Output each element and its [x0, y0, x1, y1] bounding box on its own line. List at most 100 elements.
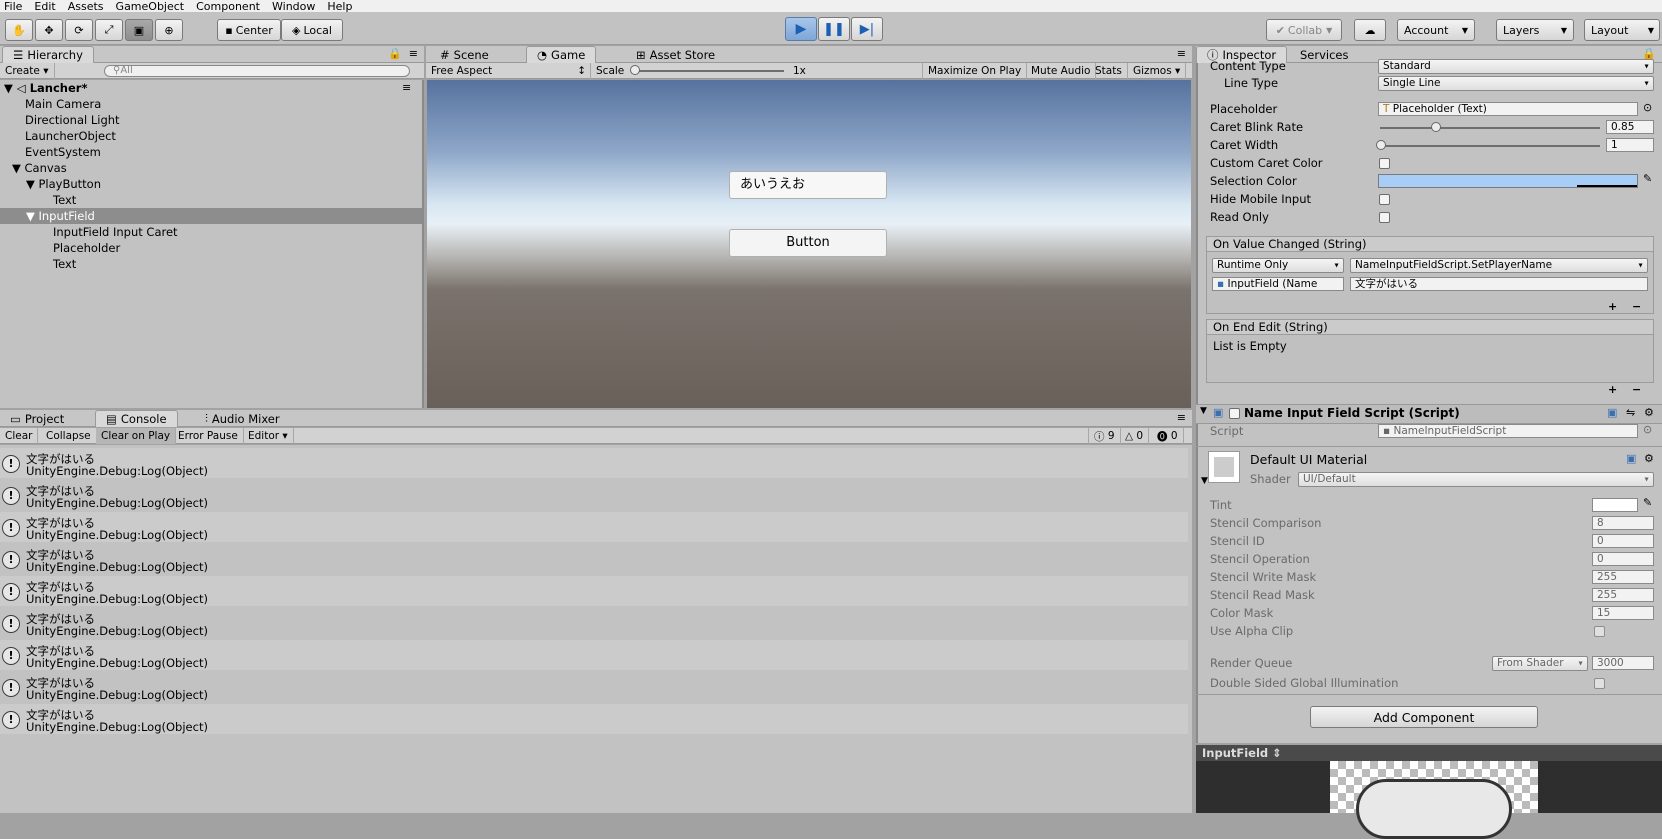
- panel-menu-icon[interactable]: ≡: [1177, 47, 1186, 60]
- console-log-entry[interactable]: ! 文字がはいる UnityEngine.Debug:Log(Object): [0, 608, 1188, 638]
- scene-root[interactable]: ▼ ◁ Lancher*: [4, 81, 87, 96]
- caret-blink-input[interactable]: 0.85: [1606, 120, 1654, 134]
- tab-console[interactable]: ▤ Console: [95, 410, 178, 427]
- event-object-field[interactable]: ▪ InputField (Name: [1212, 277, 1344, 291]
- console-log-entry[interactable]: ! 文字がはいる UnityEngine.Debug:Log(Object): [0, 576, 1188, 606]
- transform-icon[interactable]: ⊕: [155, 19, 183, 41]
- error-count[interactable]: ⓿ 0: [1152, 428, 1184, 444]
- hierarchy-item-directional-light[interactable]: Directional Light: [25, 113, 120, 128]
- caret-width-input[interactable]: 1: [1606, 138, 1654, 152]
- add-component-button[interactable]: Add Component: [1310, 706, 1538, 728]
- selection-color-swatch[interactable]: [1378, 174, 1638, 188]
- play-button[interactable]: ▶: [785, 17, 817, 41]
- local-button[interactable]: ◈ Local: [281, 19, 343, 41]
- cloud-button[interactable]: ☁: [1354, 19, 1386, 41]
- script-enabled-checkbox[interactable]: [1229, 408, 1240, 419]
- preset-icon[interactable]: ⇋: [1626, 406, 1635, 419]
- foldout-arrow-icon[interactable]: ▼: [1201, 476, 1208, 486]
- line-type-dropdown[interactable]: Single Line: [1378, 76, 1654, 91]
- console-log-entry[interactable]: ! 文字がはいる UnityEngine.Debug:Log(Object): [0, 704, 1188, 734]
- shader-dropdown[interactable]: UI/Default: [1298, 472, 1654, 487]
- material-prop-input[interactable]: 8: [1592, 516, 1654, 530]
- panel-menu-icon[interactable]: ≡: [409, 47, 418, 60]
- tint-swatch[interactable]: [1592, 498, 1638, 512]
- console-log-entry[interactable]: ! 文字がはいる UnityEngine.Debug:Log(Object): [0, 448, 1188, 478]
- hierarchy-item-launcher-object[interactable]: LauncherObject: [25, 129, 116, 144]
- remove-listener-icon[interactable]: −: [1632, 300, 1641, 313]
- menu-assets[interactable]: Assets: [64, 1, 112, 12]
- method-dropdown[interactable]: NameInputFieldScript.SetPlayerName: [1350, 258, 1648, 273]
- gear-icon[interactable]: ⚙: [1644, 406, 1654, 419]
- menu-edit[interactable]: Edit: [30, 1, 63, 12]
- pause-button[interactable]: ❚❚: [818, 17, 850, 41]
- tab-project[interactable]: ▭ Project: [0, 410, 74, 427]
- create-dropdown[interactable]: Create ▾: [0, 63, 55, 79]
- clear-on-play-button[interactable]: Clear on Play: [96, 428, 177, 444]
- tab-scene[interactable]: # Scene: [430, 46, 499, 63]
- dsgi-checkbox[interactable]: [1594, 678, 1605, 689]
- object-picker-icon[interactable]: ⊙: [1643, 101, 1652, 114]
- dropdown-arrow-icon[interactable]: ⇕: [1272, 746, 1282, 760]
- stats-button[interactable]: Stats: [1090, 63, 1128, 79]
- layers-dropdown[interactable]: Layers ▼: [1496, 19, 1574, 41]
- runtime-dropdown[interactable]: Runtime Only: [1212, 258, 1344, 273]
- material-prop-input[interactable]: 255: [1592, 588, 1654, 602]
- scale-icon[interactable]: ⤢: [95, 19, 123, 41]
- hide-mobile-checkbox[interactable]: [1379, 194, 1390, 205]
- render-queue-input[interactable]: 3000: [1592, 656, 1654, 670]
- console-log-entry[interactable]: ! 文字がはいる UnityEngine.Debug:Log(Object): [0, 512, 1188, 542]
- menu-file[interactable]: File: [0, 1, 30, 12]
- tab-hierarchy[interactable]: ☰ Hierarchy: [2, 46, 94, 63]
- foldout-arrow-icon[interactable]: ▼: [1200, 406, 1207, 416]
- remove-end-edit-icon[interactable]: −: [1632, 383, 1641, 396]
- error-pause-button[interactable]: Error Pause: [173, 428, 244, 444]
- aspect-dropdown[interactable]: Free Aspect ↕: [426, 63, 591, 79]
- add-listener-icon[interactable]: +: [1608, 300, 1617, 313]
- console-log-entry[interactable]: ! 文字がはいる UnityEngine.Debug:Log(Object): [0, 480, 1188, 510]
- hierarchy-item-text-2[interactable]: Text: [53, 257, 76, 272]
- game-button[interactable]: Button: [729, 229, 887, 257]
- console-log-entry[interactable]: ! 文字がはいる UnityEngine.Debug:Log(Object): [0, 544, 1188, 574]
- tab-game[interactable]: ◔ Game: [526, 46, 597, 63]
- rect-tool-icon[interactable]: ▣: [125, 19, 153, 41]
- menu-window[interactable]: Window: [268, 1, 323, 12]
- maximize-on-play-button[interactable]: Maximize On Play: [922, 63, 1028, 79]
- hierarchy-item-play-button[interactable]: ▼ PlayButton: [26, 177, 101, 192]
- content-type-dropdown[interactable]: Standard: [1378, 59, 1654, 74]
- hierarchy-item-canvas[interactable]: ▼ Canvas: [12, 161, 67, 176]
- help-icon[interactable]: ▣: [1626, 452, 1636, 465]
- center-button[interactable]: ▪ Center: [217, 19, 281, 41]
- add-end-edit-icon[interactable]: +: [1608, 383, 1617, 396]
- scale-slider[interactable]: [636, 70, 784, 72]
- menu-help[interactable]: Help: [323, 1, 360, 12]
- clear-button[interactable]: Clear: [0, 428, 39, 444]
- hierarchy-item-event-system[interactable]: EventSystem: [25, 145, 101, 160]
- event-argument-field[interactable]: 文字がはいる: [1350, 277, 1648, 291]
- read-only-checkbox[interactable]: [1379, 212, 1390, 223]
- caret-width-slider[interactable]: [1380, 145, 1600, 147]
- scene-menu-icon[interactable]: ≡: [402, 81, 411, 94]
- object-picker-icon[interactable]: ⊙: [1643, 423, 1652, 436]
- material-prop-input[interactable]: 255: [1592, 570, 1654, 584]
- lock-icon[interactable]: 🔒: [388, 47, 402, 60]
- log-count[interactable]: ⓘ 9: [1088, 428, 1121, 444]
- menu-component[interactable]: Component: [192, 1, 268, 12]
- material-prop-input[interactable]: 0: [1592, 552, 1654, 566]
- tab-audio-mixer[interactable]: ⫶ Audio Mixer: [195, 410, 290, 427]
- render-queue-dropdown[interactable]: From Shader: [1492, 656, 1588, 671]
- tab-asset-store[interactable]: ⊞ Asset Store: [626, 46, 725, 63]
- caret-blink-slider[interactable]: [1380, 127, 1600, 129]
- layout-dropdown[interactable]: Layout ▼: [1584, 19, 1660, 41]
- hierarchy-item-input-field[interactable]: ▼ InputField: [26, 209, 95, 224]
- hierarchy-item-placeholder[interactable]: Placeholder: [53, 241, 120, 256]
- hierarchy-item-text[interactable]: Text: [53, 193, 76, 208]
- account-dropdown[interactable]: Account ▼: [1397, 19, 1475, 41]
- scale-slider-knob[interactable]: [630, 65, 640, 75]
- move-icon[interactable]: ✥: [35, 19, 63, 41]
- material-prop-input[interactable]: 15: [1592, 606, 1654, 620]
- console-log-entry[interactable]: ! 文字がはいる UnityEngine.Debug:Log(Object): [0, 640, 1188, 670]
- game-input-field[interactable]: あいうえお: [729, 171, 887, 199]
- help-icon[interactable]: ▣: [1607, 406, 1617, 419]
- caret-blink-knob[interactable]: [1431, 122, 1441, 132]
- hierarchy-item-main-camera[interactable]: Main Camera: [25, 97, 101, 112]
